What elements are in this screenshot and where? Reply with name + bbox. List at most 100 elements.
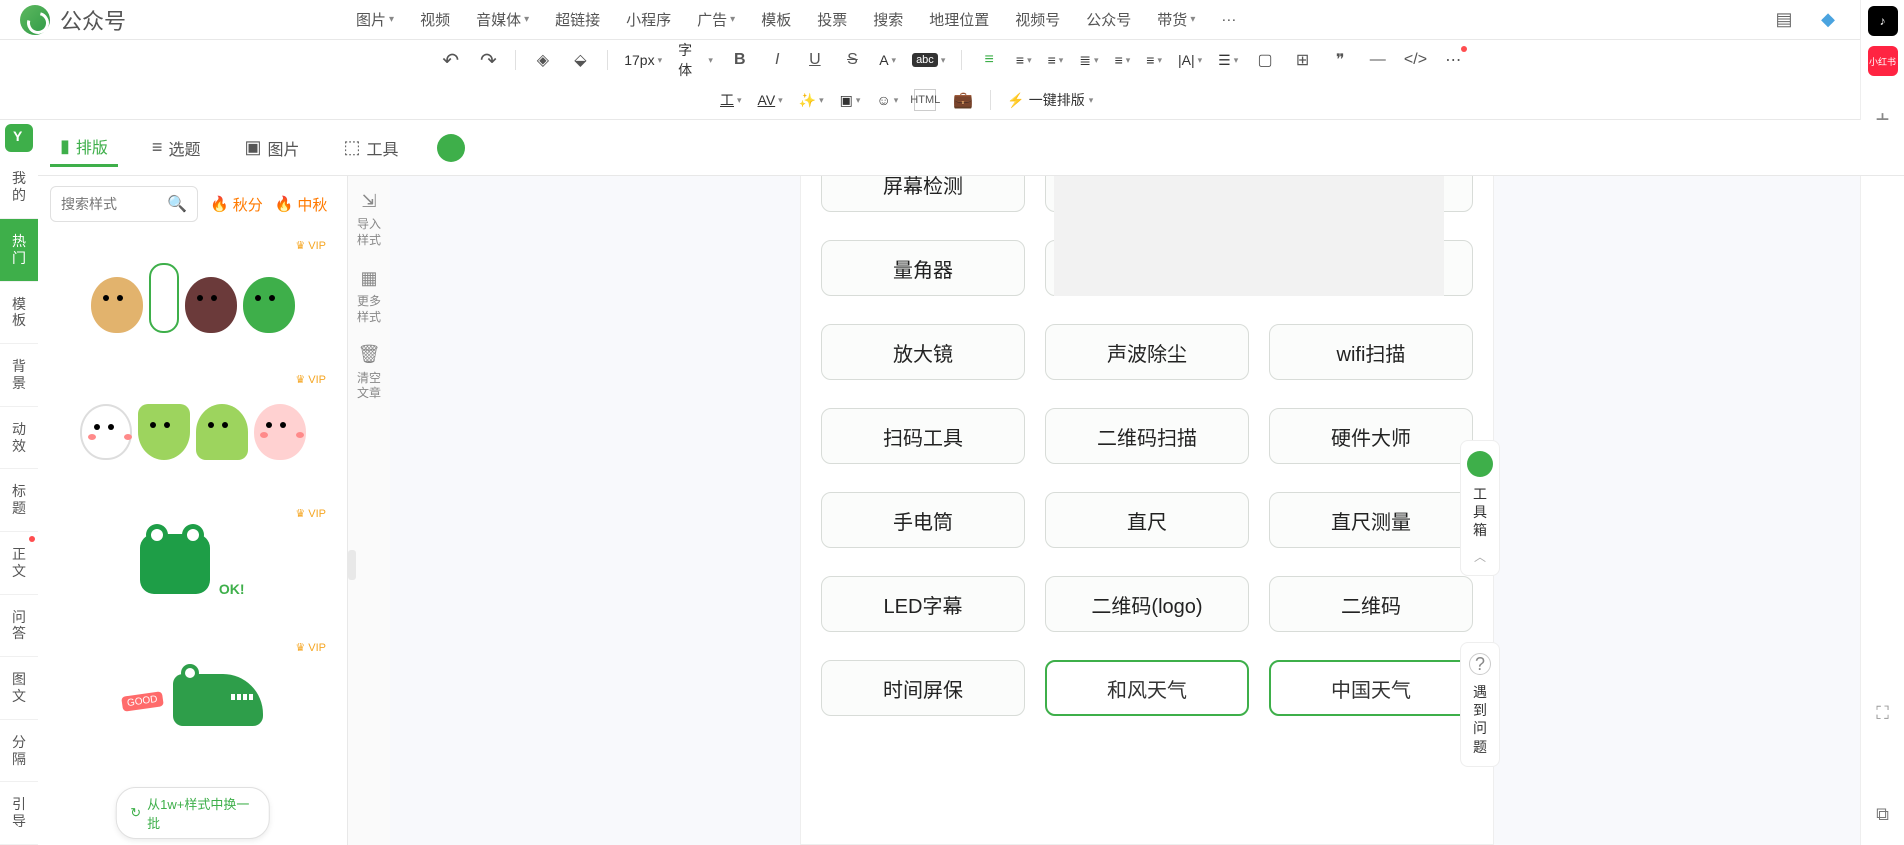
top-menu-item[interactable]: 图片▾	[356, 9, 394, 30]
style-card[interactable]: ♛VIP	[50, 238, 335, 358]
sec-nav-工具[interactable]: ⬚工具	[333, 130, 408, 166]
vertical-align-icon[interactable]: 工▾	[720, 90, 742, 110]
underline-button[interactable]: U	[804, 49, 826, 71]
sec-nav-选题[interactable]: ≡选题	[142, 130, 211, 166]
clear-format-icon[interactable]: ⬙	[570, 49, 592, 71]
mini-tool-更多样式[interactable]: ▦更多样式	[357, 267, 381, 326]
search-input[interactable]	[61, 196, 167, 212]
redo-icon[interactable]: ↷	[478, 49, 500, 71]
list-icon[interactable]: ☰▾	[1218, 52, 1238, 69]
style-card[interactable]: ♛VIP GOOD	[50, 640, 335, 760]
chip-扫码工具[interactable]: 扫码工具	[821, 408, 1025, 464]
chip-量角器[interactable]: 量角器	[821, 240, 1025, 296]
strikethrough-button[interactable]: S	[842, 49, 864, 71]
indent-icon[interactable]: ≡▾	[1115, 52, 1131, 68]
left-tab-热门[interactable]: 热门	[0, 219, 38, 282]
season-tab-zhongqiu[interactable]: 🔥中秋	[275, 194, 328, 215]
toggle-indicator[interactable]	[437, 134, 465, 162]
chip-二维码扫描[interactable]: 二维码扫描	[1045, 408, 1249, 464]
code-icon[interactable]: </>	[1404, 49, 1426, 71]
chip-硬件大师[interactable]: 硬件大师	[1269, 408, 1473, 464]
image-insert-icon[interactable]: ▣▾	[840, 92, 861, 109]
html-icon[interactable]: HTML	[914, 89, 936, 111]
chip-声波除尘[interactable]: 声波除尘	[1045, 324, 1249, 380]
search-input-wrap[interactable]: 🔍	[50, 186, 198, 222]
douyin-app-icon[interactable]: ♪	[1868, 6, 1898, 36]
season-tab-qiufen[interactable]: 🔥秋分	[210, 194, 263, 215]
more-icon[interactable]: ⋯	[1442, 49, 1464, 71]
onekey-layout-button[interactable]: ⚡一键排版▾	[1007, 90, 1093, 110]
italic-button[interactable]: I	[767, 49, 789, 71]
chip-手电筒[interactable]: 手电筒	[821, 492, 1025, 548]
font-color-button[interactable]: A▾	[879, 52, 896, 68]
chip-wifi扫描[interactable]: wifi扫描	[1269, 324, 1473, 380]
unknown-icon[interactable]: ▢	[1254, 49, 1276, 71]
format-painter-icon[interactable]: ◈	[532, 49, 554, 71]
left-tab-正文[interactable]: 正文	[0, 532, 38, 595]
left-tab-背景[interactable]: 背景	[0, 344, 38, 407]
briefcase-icon[interactable]: 💼	[952, 89, 974, 111]
letter-spacing-icon[interactable]: AV▾	[758, 92, 783, 108]
style-card[interactable]: ♛VIP	[50, 372, 335, 492]
capture-icon[interactable]: ⧉	[1876, 804, 1889, 825]
mini-tool-导入样式[interactable]: ⇲导入样式	[357, 190, 381, 249]
chip-时间屏保[interactable]: 时间屏保	[821, 660, 1025, 716]
chip-和风天气[interactable]: 和风天气	[1045, 660, 1249, 716]
align-justify-icon[interactable]: ≣▾	[1079, 52, 1098, 69]
chip-LED字幕[interactable]: LED字幕	[821, 576, 1025, 632]
search-icon[interactable]: 🔍	[167, 194, 187, 214]
help-float[interactable]: ? 遇到问题	[1460, 642, 1500, 767]
expand-icon[interactable]: ⛶	[1876, 703, 1889, 724]
chip-放大镜[interactable]: 放大镜	[821, 324, 1025, 380]
align-left-icon[interactable]: ≡	[978, 49, 1000, 71]
hr-icon[interactable]: —	[1367, 49, 1389, 71]
top-menu-item[interactable]: 广告▾	[697, 9, 735, 30]
top-menu-item[interactable]: 带货▾	[1157, 9, 1195, 30]
collapse-icon[interactable]: ︿	[1474, 548, 1486, 565]
left-tab-分隔[interactable]: 分隔	[0, 720, 38, 783]
chip-直尺[interactable]: 直尺	[1045, 492, 1249, 548]
left-tab-问答[interactable]: 问答	[0, 595, 38, 658]
font-size-selector[interactable]: 17px▾	[624, 52, 662, 68]
left-tab-标题[interactable]: 标题	[0, 469, 38, 532]
align-center-icon[interactable]: ≡▾	[1016, 52, 1032, 68]
emoji-icon[interactable]: ☺▾	[876, 92, 898, 108]
undo-icon[interactable]: ↶	[440, 49, 462, 71]
panel-drag-handle[interactable]	[348, 550, 356, 580]
top-menu-item[interactable]: 超链接	[555, 9, 600, 30]
toolbox-float[interactable]: 工具箱 ︿	[1460, 440, 1500, 576]
chip-二维码(logo)[interactable]: 二维码(logo)	[1045, 576, 1249, 632]
top-menu-item[interactable]: 搜索	[873, 9, 903, 30]
left-tab-模板[interactable]: 模板	[0, 282, 38, 345]
indent2-icon[interactable]: ≡▾	[1146, 52, 1162, 68]
top-menu-item[interactable]: 地理位置	[929, 9, 989, 30]
top-menu-item[interactable]: 视频	[420, 9, 450, 30]
swap-styles-button[interactable]: ↻从1w+样式中换一批	[115, 787, 270, 839]
line-height-icon[interactable]: |A|▾	[1178, 52, 1202, 68]
mini-tool-清空文章[interactable]: 🗑清空文章	[357, 343, 381, 402]
chip-直尺测量[interactable]: 直尺测量	[1269, 492, 1473, 548]
sec-nav-图片[interactable]: ▣图片	[234, 130, 309, 166]
top-menu-item[interactable]: 小程序	[626, 9, 671, 30]
highlight-button[interactable]: abc▾	[912, 53, 945, 67]
header-misc-icon[interactable]: ◆	[1816, 8, 1840, 32]
sec-nav-排版[interactable]: ▮排版	[50, 128, 118, 167]
top-menu-item[interactable]: 音媒体▾	[476, 9, 529, 30]
top-menu-item[interactable]: ···	[1221, 9, 1236, 30]
top-menu-item[interactable]: 投票	[817, 9, 847, 30]
magic-icon[interactable]: ✨▾	[799, 92, 824, 109]
left-tab-引导[interactable]: 引导	[0, 782, 38, 845]
font-family-selector[interactable]: 字体▾	[678, 40, 713, 80]
chip-二维码[interactable]: 二维码	[1269, 576, 1473, 632]
align-right-icon[interactable]: ≡▾	[1048, 52, 1064, 68]
chip-中国天气[interactable]: 中国天气	[1269, 660, 1473, 716]
table-icon[interactable]: ⊞	[1292, 49, 1314, 71]
top-menu-item[interactable]: 视频号	[1015, 9, 1060, 30]
bold-button[interactable]: B	[729, 49, 751, 71]
header-tool-icon[interactable]: ▤	[1772, 8, 1796, 32]
style-card[interactable]: ♛VIP OK!	[50, 506, 335, 626]
left-tab-图文[interactable]: 图文	[0, 657, 38, 720]
left-brand-logo[interactable]	[0, 120, 38, 156]
top-menu-item[interactable]: 公众号	[1086, 9, 1131, 30]
top-menu-item[interactable]: 模板	[761, 9, 791, 30]
